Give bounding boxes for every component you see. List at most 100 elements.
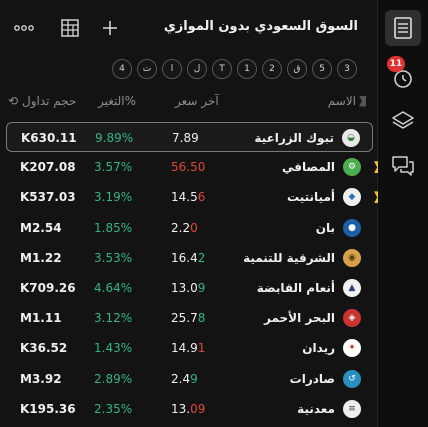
company-logo-icon: ●: [343, 218, 361, 237]
volume-cell: K709.26: [20, 281, 76, 295]
company-logo-icon: ◈: [343, 309, 361, 328]
column-volume[interactable]: حجم تداول: [22, 94, 76, 108]
volume-cell: K36.52: [20, 341, 68, 356]
price-main: 16.4: [171, 250, 198, 265]
right-rail: 11: [378, 0, 428, 427]
change-cell: 2.35%: [94, 401, 133, 416]
company-logo-icon: ▲: [343, 279, 361, 297]
change-cell: 3.12%: [94, 311, 133, 326]
change-cell: 3.53%: [94, 250, 133, 265]
table-row[interactable]: K537.03 3.19% 14.56 أميانتيت ◆: [6, 182, 382, 212]
watchlist-rail-button[interactable]: [385, 10, 421, 46]
column-last-price[interactable]: آخر سعر: [175, 94, 219, 108]
volume-cell: M1.22: [20, 250, 62, 265]
symbol-name: الشرقية للتنمية: [243, 250, 335, 265]
symbol-name: المصافي: [282, 160, 335, 175]
filter-chip[interactable]: ا: [162, 59, 182, 79]
company-logo-icon: ⚙: [343, 158, 361, 177]
symbol-name: أنعام القابضة: [256, 281, 335, 295]
layers-icon: [392, 111, 414, 129]
column-change[interactable]: التغير%: [98, 94, 136, 108]
company-logo-icon: ◒: [342, 129, 360, 147]
watchlist-title[interactable]: السوق السعودي بدون الموازي: [164, 19, 358, 34]
symbol-name: تبوك الزراعية: [254, 131, 334, 145]
flag-column-icon: [359, 95, 366, 107]
more-options-button[interactable]: [12, 16, 36, 40]
sort-icon[interactable]: ⟲: [8, 94, 18, 108]
add-symbol-button[interactable]: [98, 16, 122, 40]
price-changed-digits: 9: [197, 281, 206, 295]
plus-icon: [103, 21, 117, 35]
symbol-name: معدنية: [297, 401, 335, 416]
price-changed-digits: 1: [197, 341, 206, 356]
notification-badge: 11: [387, 56, 405, 72]
watchlist-panel: ⌄ السوق السعودي بدون الموازي 3 5 ق 2 1 T…: [0, 0, 382, 427]
price-main: 13.: [171, 401, 191, 416]
column-name-wrap[interactable]: الاسم: [328, 94, 366, 108]
filter-chip[interactable]: 2: [262, 59, 282, 79]
price-changed-digits: 0: [190, 220, 198, 235]
price-main: 2.4: [171, 371, 191, 386]
symbol-name: أميانتيت: [287, 190, 335, 205]
table-row[interactable]: M3.92 2.89% 2.49 صادرات ↺: [6, 364, 373, 394]
table-row[interactable]: M1.11 3.12% 25.78 البحر الأحمر ◈: [6, 303, 373, 333]
company-logo-icon: ↺: [343, 369, 361, 388]
table-row[interactable]: K207.08 3.57% 56.50 المصافي ⚙: [6, 152, 382, 182]
price-main: 14.5: [171, 190, 198, 205]
company-logo-icon: ≡: [343, 399, 361, 418]
volume-cell: K195.36: [20, 401, 76, 416]
watchlist-toolbar: ⌄ السوق السعودي بدون الموازي: [0, 10, 378, 48]
table-row[interactable]: K195.36 2.35% 13.09 معدنية ≡: [6, 394, 373, 424]
filter-chip[interactable]: 3: [337, 59, 357, 79]
symbol-name: البحر الأحمر: [263, 311, 335, 326]
symbol-name: صادرات: [289, 371, 335, 386]
change-cell: 9.89%: [95, 131, 134, 145]
volume-cell: M2.54: [20, 220, 62, 235]
filter-chip[interactable]: ق: [287, 59, 307, 79]
price-main: 56.50: [171, 160, 206, 175]
filter-chip[interactable]: 1: [237, 59, 257, 79]
table-row[interactable]: K36.52 1.43% 14.91 ريدان ✦: [6, 333, 373, 363]
price-main: 2.2: [171, 220, 191, 235]
table-row[interactable]: K630.11 9.89% 7.89 تبوك الزراعية ◒: [6, 122, 373, 152]
price-main: 25.7: [171, 311, 198, 326]
price-changed-digits: 8: [197, 311, 206, 326]
table-row[interactable]: K709.26 4.64% 13.09 أنعام القابضة ▲: [6, 273, 373, 303]
filter-chip[interactable]: ت: [137, 59, 157, 79]
price-changed-digits: 09: [190, 401, 206, 416]
filter-chip[interactable]: 4: [112, 59, 132, 79]
price-changed-digits: 2: [197, 250, 206, 265]
change-cell: 2.89%: [94, 371, 133, 386]
last-price-cell: 13.09: [171, 402, 205, 416]
symbol-name: ريدان: [302, 341, 335, 356]
table-row[interactable]: M2.54 1.85% 2.20 بان ●: [6, 213, 373, 243]
last-price-cell: 25.78: [171, 311, 205, 325]
volume-cell: M1.11: [20, 311, 62, 326]
filter-chips: 3 5 ق 2 1 T ل ا ت 4: [112, 59, 357, 79]
chat-rail-button[interactable]: [385, 148, 421, 184]
volume-cell: K630.11: [21, 131, 77, 145]
filter-chip[interactable]: ل: [187, 59, 207, 79]
layers-rail-button[interactable]: [385, 102, 421, 138]
document-list-icon: [394, 17, 412, 39]
company-logo-icon: ◆: [343, 188, 361, 207]
alerts-rail-button[interactable]: 11: [385, 56, 421, 96]
last-price-cell: 13.09: [171, 281, 205, 295]
filter-chip[interactable]: T: [212, 59, 232, 79]
last-price-cell: 16.42: [171, 251, 205, 265]
company-logo-icon: ◉: [343, 248, 361, 267]
change-cell: 4.64%: [94, 281, 133, 295]
last-price-cell: 14.56: [171, 190, 205, 204]
chat-bubbles-icon: [392, 156, 414, 176]
price-main: 14.9: [171, 341, 198, 356]
change-cell: 3.19%: [94, 190, 133, 205]
company-logo-icon: ✦: [343, 339, 361, 358]
volume-cell: K537.03: [20, 190, 76, 205]
columns-grid-button[interactable]: [58, 16, 82, 40]
change-cell: 1.43%: [94, 341, 133, 356]
price-changed-digits: 6: [197, 190, 206, 205]
filter-chip[interactable]: 5: [312, 59, 332, 79]
table-row[interactable]: M1.22 3.53% 16.42 الشرقية للتنمية ◉: [6, 243, 373, 273]
column-headers: ⟲ حجم تداول التغير% آخر سعر الاسم: [0, 94, 378, 114]
volume-cell: M3.92: [20, 371, 62, 386]
